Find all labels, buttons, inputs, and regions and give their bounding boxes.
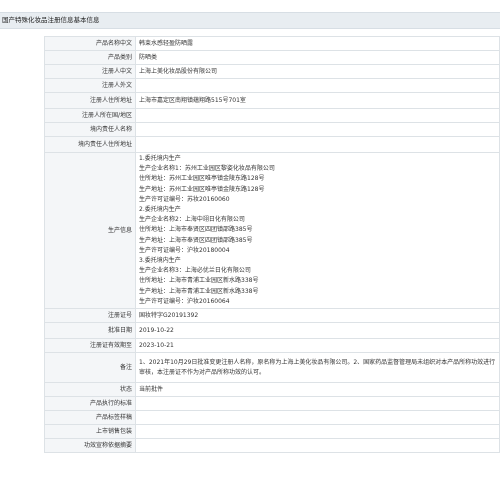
section-title: 国产特殊化妆品注册信息基本信息 xyxy=(0,12,500,29)
status-label: 状态 xyxy=(44,382,136,397)
table-row: 状态 当前批件 xyxy=(44,382,500,397)
domestic-agent-address-value xyxy=(135,136,500,153)
production-line: 1.委托境内生产 xyxy=(139,154,181,162)
registrant-country-label: 注册人所在国/地区 xyxy=(44,108,136,123)
production-line: 3.委托境内生产 xyxy=(139,257,181,264)
table-row: 注册人中文 上海上美化妆品股份有限公司 xyxy=(44,64,500,79)
table-row: 注册人住所地址 上海市嘉定区南翔镇蕴翔路515号701室 xyxy=(44,92,500,109)
table-row: 产品标签样稿 xyxy=(44,410,500,425)
registrant-address-value: 上海市嘉定区南翔镇蕴翔路515号701室 xyxy=(135,92,500,109)
registrant-en-value xyxy=(135,78,500,93)
table-row: 注册人外文 xyxy=(44,78,500,93)
table-row: 产品名称中文 韩束水感轻盈防晒露 xyxy=(44,36,500,51)
table-row: 产品执行的标准 xyxy=(44,396,500,411)
table-row: 备注 1、2021年10月29日批准变更注册人名称，原名称为上海上美化妆品有限公… xyxy=(44,352,500,383)
production-line: 生产地址：上海市青浦工业园区新水路338号 xyxy=(139,287,259,295)
table-row: 生产信息 1.委托境内生产 生产企业名称1：苏州工业园区黎姿化妆品有限公司 住所… xyxy=(44,152,500,309)
label-sample-label: 产品标签样稿 xyxy=(44,410,136,425)
efficacy-summary-label: 功效宣称依据摘要 xyxy=(44,438,136,453)
table-row: 批准日期 2019-10-22 xyxy=(44,322,500,339)
info-table: 产品名称中文 韩束水感轻盈防晒露 产品类别 防晒类 注册人中文 上海上美化妆品股… xyxy=(44,36,500,453)
approval-date-value: 2019-10-22 xyxy=(135,322,500,339)
efficacy-summary-value xyxy=(135,438,500,453)
production-line: 生产许可证编号：沪妆20160064 xyxy=(139,297,230,305)
registrant-address-label: 注册人住所地址 xyxy=(44,92,136,109)
production-line: 住所地址：上海市奉贤区四团镇邵路385号 xyxy=(139,226,253,234)
remarks-value: 1、2021年10月29日批准变更注册人名称，原名称为上海上美化妆品有限公司。2… xyxy=(135,352,500,383)
registrant-cn-label: 注册人中文 xyxy=(44,64,136,79)
production-line: 生产企业名称1：苏州工业园区黎姿化妆品有限公司 xyxy=(139,165,275,173)
remarks-label: 备注 xyxy=(44,352,136,383)
production-line: 生产企业名称3：上海必优兰日化有限公司 xyxy=(139,267,251,275)
domestic-agent-label: 境内责任人名称 xyxy=(44,122,136,137)
table-row: 产品类别 防晒类 xyxy=(44,50,500,65)
production-line: 生产地址：苏州工业园区唯亭镇金陵东路128号 xyxy=(139,185,265,193)
registrant-country-value xyxy=(135,108,500,123)
product-name-label: 产品名称中文 xyxy=(44,36,136,51)
approval-date-label: 批准日期 xyxy=(44,322,136,339)
sales-package-value xyxy=(135,424,500,439)
product-name-value: 韩束水感轻盈防晒露 xyxy=(135,36,500,51)
expiry-date-label: 注册证有效期至 xyxy=(44,338,136,353)
domestic-agent-value xyxy=(135,122,500,137)
table-row: 注册证有效期至 2023-10-21 xyxy=(44,338,500,353)
table-row: 功效宣称依据摘要 xyxy=(44,438,500,453)
production-line: 2.委托境内生产 xyxy=(139,205,181,213)
table-row: 注册证号 国妆特字G20191392 xyxy=(44,308,500,323)
exec-standard-label: 产品执行的标准 xyxy=(44,396,136,411)
status-value: 当前批件 xyxy=(135,382,500,397)
registration-info-page: 国产特殊化妆品注册信息基本信息 产品名称中文 韩束水感轻盈防晒露 产品类别 防晒… xyxy=(0,0,500,500)
registrant-cn-value: 上海上美化妆品股份有限公司 xyxy=(135,64,500,79)
production-line: 生产许可证编号：苏妆20160060 xyxy=(139,195,230,203)
product-category-label: 产品类别 xyxy=(44,50,136,65)
production-line: 生产企业名称2：上海中翊日化有限公司 xyxy=(139,216,245,224)
production-line: 生产地址：上海市奉贤区四团镇邵路385号 xyxy=(139,236,253,244)
expiry-date-value: 2023-10-21 xyxy=(135,338,500,353)
table-row: 注册人所在国/地区 xyxy=(44,108,500,123)
registrant-en-label: 注册人外文 xyxy=(44,78,136,93)
registration-no-label: 注册证号 xyxy=(44,308,136,323)
production-line: 住所地址：苏州工业园区唯亭镇金陵东路128号 xyxy=(139,175,265,183)
production-line: 住所地址：上海市青浦工业园区新水路338号 xyxy=(139,277,259,285)
table-row: 境内责任人住所地址 xyxy=(44,136,500,153)
label-sample-value xyxy=(135,410,500,425)
table-row: 上市销售包装 xyxy=(44,424,500,439)
exec-standard-value xyxy=(135,396,500,411)
sales-package-label: 上市销售包装 xyxy=(44,424,136,439)
registration-no-value: 国妆特字G20191392 xyxy=(135,308,500,323)
product-category-value: 防晒类 xyxy=(135,50,500,65)
table-row: 境内责任人名称 xyxy=(44,122,500,137)
domestic-agent-address-label: 境内责任人住所地址 xyxy=(44,136,136,153)
production-info-label: 生产信息 xyxy=(44,152,136,309)
production-line: 生产许可证编号：沪妆20180004 xyxy=(139,246,230,254)
production-info-value: 1.委托境内生产 生产企业名称1：苏州工业园区黎姿化妆品有限公司 住所地址：苏州… xyxy=(135,152,500,309)
